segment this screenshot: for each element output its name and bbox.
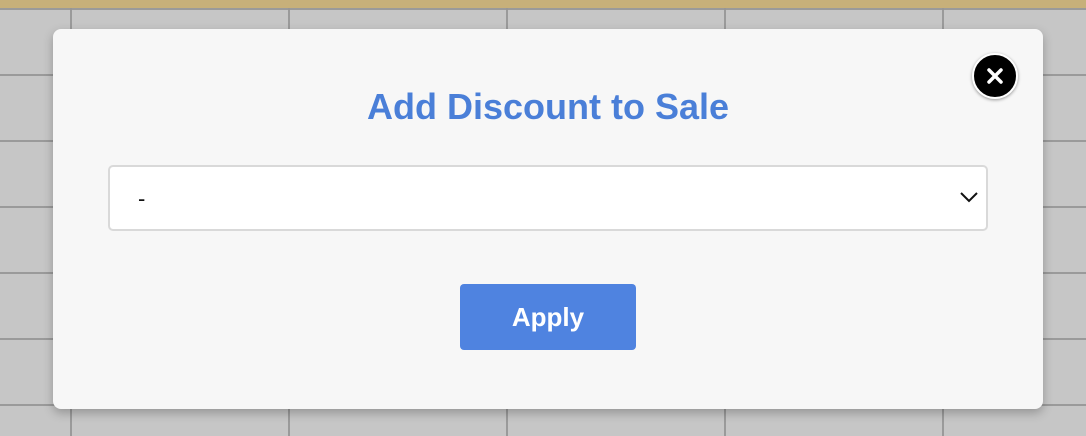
- discount-select[interactable]: -: [108, 165, 988, 231]
- chevron-down-icon: [960, 192, 978, 203]
- add-discount-modal: Add Discount to Sale - Apply: [53, 29, 1043, 409]
- close-icon: [987, 68, 1003, 84]
- apply-button[interactable]: Apply: [460, 284, 636, 350]
- background-top-strip: [0, 0, 1086, 8]
- modal-title: Add Discount to Sale: [366, 86, 730, 127]
- discount-select-value: -: [138, 186, 146, 211]
